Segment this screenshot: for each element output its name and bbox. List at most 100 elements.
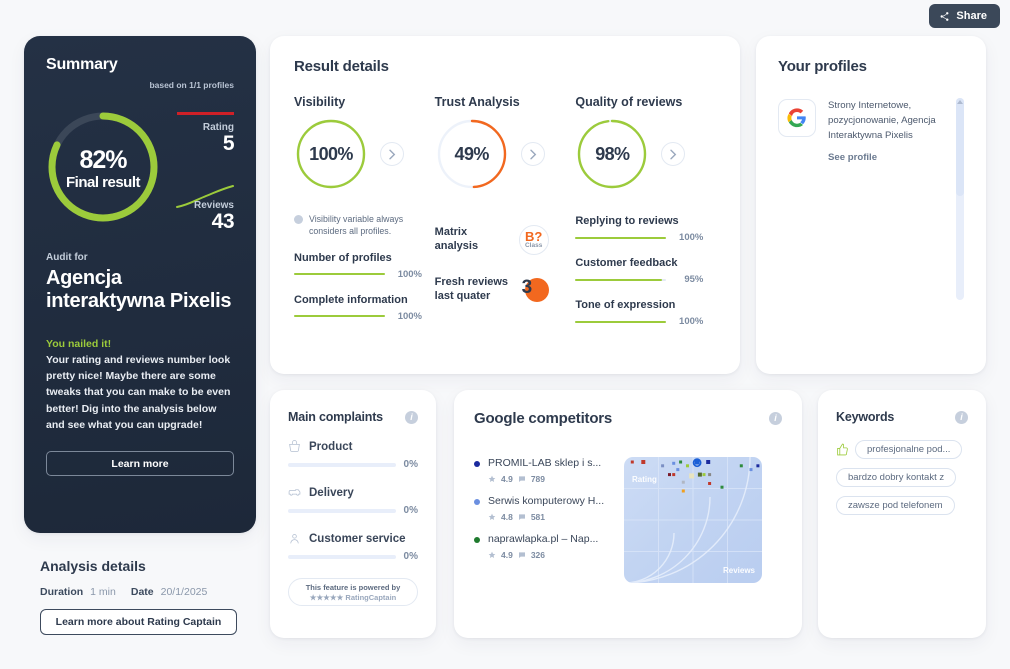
complaint-product-value: 0% [403, 459, 418, 470]
bar-customer-feedback-value: 95% [684, 274, 704, 285]
scatter-point [686, 464, 689, 468]
bar-replying-value: 100% [679, 232, 704, 243]
learn-more-button[interactable]: Learn more [46, 451, 234, 477]
metric-quality-label: Quality of reviews [575, 95, 683, 109]
competitor-rating: 4.8 [501, 512, 513, 523]
metric-trust-ring: 49% [435, 117, 509, 191]
list-item[interactable]: PROMIL-LAB sklep i s... 4.9 789 [474, 457, 624, 484]
keyword-chip-1[interactable]: bardzo dobry kontakt z [836, 468, 957, 487]
bar-customer-feedback-label: Customer feedback [575, 257, 678, 269]
date-value: 20/1/2025 [160, 586, 208, 598]
summary-title: Summary [46, 56, 118, 73]
competitor-name: PROMIL-LAB sklep i s... [488, 457, 602, 469]
analysis-details-meta: Duration 1 min Date 20/1/2025 [40, 586, 260, 598]
profile-list-item: Strony Internetowe, pozycjonowanie, Agen… [778, 99, 964, 165]
visibility-note-text: Visibility variable always considers all… [309, 214, 404, 237]
bar-complete-information-value: 100% [397, 310, 422, 322]
info-icon[interactable]: i [955, 410, 968, 424]
keyword-chip-2[interactable]: zawsze pod telefonem [836, 496, 955, 515]
basket-icon [289, 440, 300, 452]
main-complaints-card: Main complaints i Product 0% Delivery 0%… [270, 390, 436, 638]
complaint-customer-service: Customer service 0% [288, 532, 418, 562]
scatter-y-axis-label: Rating [632, 475, 657, 484]
info-icon[interactable]: i [405, 410, 418, 424]
share-label: Share [956, 10, 987, 22]
summary-stats: 82% Final result Rating 5 Reviews 43 [46, 90, 235, 250]
comment-icon [518, 514, 525, 521]
scatter-point [676, 468, 680, 472]
learn-more-rating-captain-button[interactable]: Learn more about Rating Captain [40, 609, 237, 635]
audit-for-label: Audit for [46, 252, 88, 263]
competitor-color-dot [474, 537, 480, 544]
bar-number-of-profiles-value: 100% [397, 268, 422, 280]
star-icon [488, 552, 496, 559]
bar-tone-label: Tone of expression [575, 299, 676, 311]
scatter-point [681, 489, 685, 493]
chevron-right-icon [389, 149, 396, 159]
metric-visibility-label: Visibility [294, 95, 346, 109]
bar-customer-feedback: Customer feedback 95% [575, 257, 703, 285]
keyword-chip-0[interactable]: profesjonalne pod... [855, 440, 963, 459]
competitor-name: naprawlapka.pl – Nap... [488, 533, 599, 546]
result-details-title: Result details [294, 58, 389, 75]
scatter-point [749, 468, 753, 472]
analysis-details: Analysis details Duration 1 min Date 20/… [40, 558, 260, 635]
metric-visibility-ring: 100% [294, 117, 368, 191]
comment-icon [518, 552, 525, 559]
matrix-grade-sub: Class [524, 242, 543, 250]
rating-value: 5 [222, 132, 235, 155]
scatter-point [706, 460, 711, 464]
info-icon[interactable]: i [769, 412, 782, 425]
thumbs-up-icon [837, 443, 848, 456]
powered-by-line2: ★★★★★ RatingCaptain [309, 592, 397, 602]
bar-number-of-profiles: Number of profiles 100% [294, 252, 422, 280]
complaint-product-label: Product [309, 440, 353, 453]
scatter-point [689, 473, 695, 479]
comment-icon [518, 476, 525, 483]
google-competitors-title: Google competitors [474, 410, 613, 427]
scatter-point [679, 460, 683, 464]
scatter-point [708, 473, 712, 477]
share-button[interactable]: Share [929, 4, 1000, 28]
keyword-row-3: zawsze pod telefonem [836, 496, 968, 515]
scatter-point [702, 473, 706, 477]
complaint-delivery-value: 0% [403, 505, 418, 516]
metric-visibility: Visibility 100% [294, 95, 435, 191]
competitor-color-dot [474, 499, 480, 506]
verdict-body: Your rating and reviews number look pret… [46, 353, 231, 431]
matrix-class-badge: B? Class [518, 225, 549, 255]
competitor-name: Serwis komputerowy H... [488, 495, 605, 508]
competitor-rating: 4.9 [501, 474, 513, 485]
metric-visibility-chevron[interactable] [380, 142, 404, 166]
keyword-row-2: bardzo dobry kontakt z [836, 468, 968, 487]
metric-quality-of-reviews: Quality of reviews 98% [575, 95, 716, 191]
bar-tone-value: 100% [679, 316, 704, 327]
info-dot-icon [294, 215, 303, 224]
rating-divider [177, 112, 234, 115]
metric-trust-chevron[interactable] [520, 142, 545, 166]
profiles-scrollbar[interactable] [956, 98, 964, 300]
star-icon [488, 513, 496, 521]
competitor-color-dot [474, 461, 480, 467]
competitor-scatter-chart[interactable]: Rating Reviews [624, 457, 762, 583]
powered-by-badge[interactable]: This feature is powered by ★★★★★ RatingC… [288, 578, 418, 606]
keywords-card: Keywords i profesjonalne pod... bardzo d… [818, 390, 986, 638]
scatter-point [672, 473, 676, 477]
see-profile-link[interactable]: See profile [828, 152, 877, 163]
list-item[interactable]: naprawlapka.pl – Nap... 4.9 326 [474, 533, 624, 560]
bar-complete-information: Complete information 100% [294, 294, 422, 322]
competitor-reviews: 581 [530, 512, 546, 523]
matrix-analysis-row: Matrix analysis B? Class [435, 225, 576, 255]
competitor-reviews: 789 [530, 474, 546, 485]
profiles-scrollbar-thumb[interactable] [956, 98, 964, 196]
list-item[interactable]: Serwis komputerowy H... 4.8 581 [474, 495, 624, 522]
analysis-details-title: Analysis details [40, 558, 146, 574]
metric-trust-value: 49% [454, 143, 490, 164]
complaint-customer-service-label: Customer service [309, 532, 406, 545]
metric-quality-value: 98% [595, 143, 630, 164]
chevron-right-icon [529, 149, 536, 159]
visibility-note: Visibility variable always considers all… [294, 213, 435, 238]
summary-based-on: based on 1/1 profiles [149, 80, 234, 90]
metric-quality-chevron[interactable] [661, 142, 686, 166]
bar-tone-of-expression: Tone of expression 100% [575, 299, 703, 327]
